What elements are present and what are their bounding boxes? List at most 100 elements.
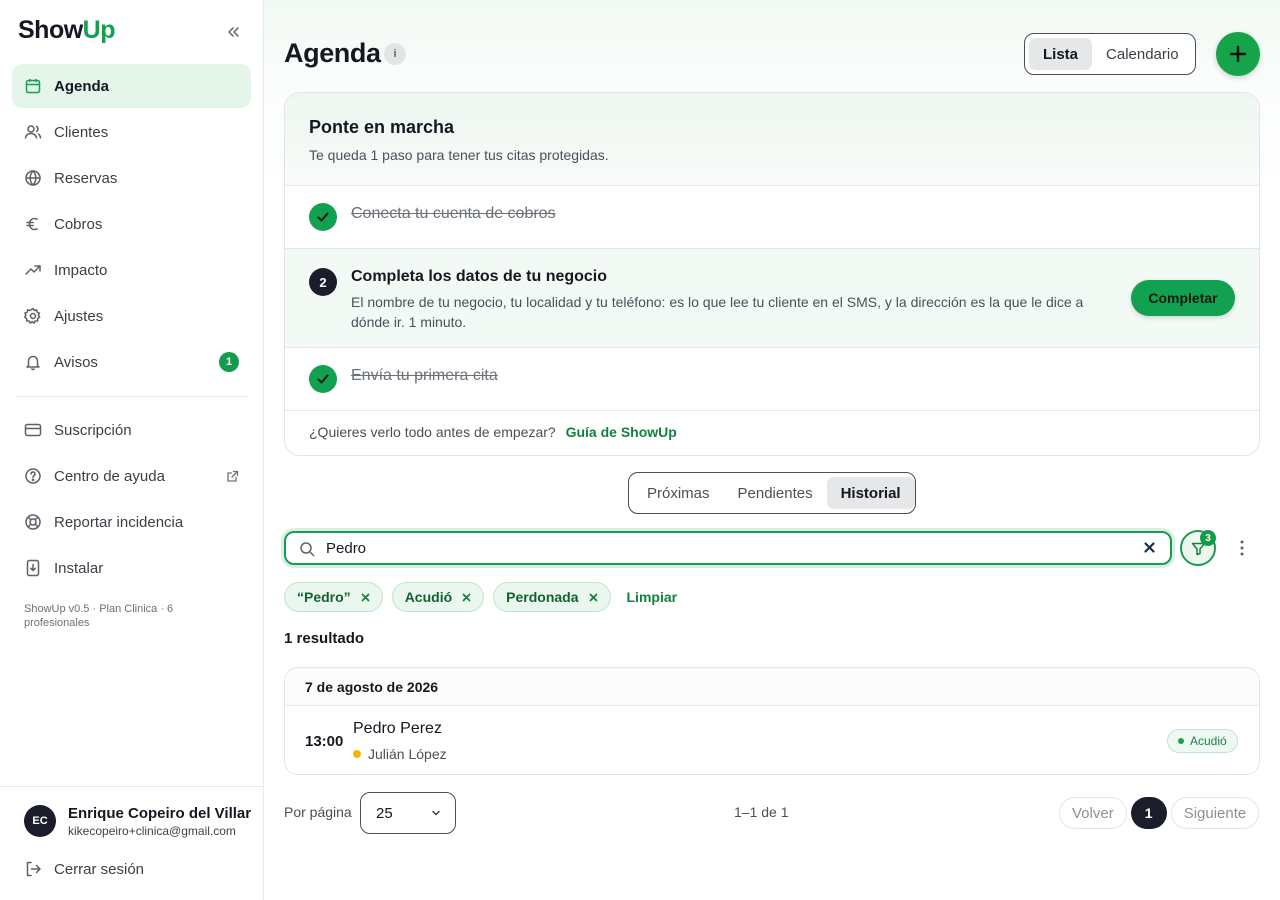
sidebar-item-label: Cobros [54, 215, 103, 233]
sidebar-item-ajustes[interactable]: Ajustes [12, 294, 251, 338]
version-info: ShowUp v0.5 · Plan Clinica · 6 profesion… [24, 603, 174, 629]
sidebar-item-avisos[interactable]: Avisos 1 [12, 340, 251, 384]
pagination: Volver 1 Siguiente [1059, 797, 1263, 829]
collapse-sidebar-icon[interactable] [222, 22, 244, 42]
step-title: Envía tu primera cita [351, 367, 498, 384]
external-link-icon [226, 470, 239, 483]
onboarding-footer: ¿Quieres verlo todo antes de empezar? Gu… [309, 424, 677, 440]
sidebar-item-reservas[interactable]: Reservas [12, 156, 251, 200]
logout-button[interactable]: Cerrar sesión [12, 847, 251, 891]
check-icon [309, 203, 337, 231]
client-name: Pedro Perez [353, 720, 442, 737]
sidebar-item-label: Reservas [54, 169, 118, 187]
sidebar-item-centro-ayuda[interactable]: Centro de ayuda [12, 454, 251, 498]
filter-chip: Acudió [391, 582, 485, 612]
complete-button[interactable]: Completar [1131, 280, 1235, 316]
secondary-nav: Suscripción Centro de ayuda Reportar inc… [12, 408, 251, 592]
sidebar: ShowUp Agenda Clientes Reservas Cobros I… [0, 0, 264, 900]
check-icon [309, 365, 337, 393]
results-count: 1 resultado [284, 630, 365, 647]
info-icon[interactable]: i [384, 43, 406, 65]
professional-name: Julián López [368, 746, 447, 762]
clear-filters-button[interactable]: Limpiar [627, 589, 678, 605]
chip-label: Acudió [404, 589, 453, 605]
status-badge: Acudió [1167, 729, 1238, 753]
next-page-button[interactable]: Siguiente [1170, 797, 1260, 829]
sidebar-item-label: Agenda [54, 77, 110, 95]
list-item[interactable]: 13:00 Pedro Perez Julián López Acudió [285, 706, 1259, 774]
tab-pendientes[interactable]: Pendientes [724, 477, 827, 509]
install-icon [24, 559, 42, 577]
sidebar-item-label: Clientes [54, 123, 109, 141]
bell-icon [24, 353, 42, 371]
more-options-icon[interactable] [1230, 536, 1254, 560]
filter-count-badge: 3 [1200, 530, 1216, 546]
globe-icon [24, 169, 42, 187]
status-dot [1178, 738, 1184, 744]
remove-chip-icon[interactable] [462, 593, 471, 602]
onboarding-title: Ponte en marcha [309, 117, 455, 137]
per-page-value: 25 [376, 805, 393, 822]
gear-icon [24, 307, 42, 325]
user-panel: EC Enrique Copeiro del Villar kikecopeir… [0, 786, 263, 900]
search-value: Pedro [326, 540, 367, 557]
help-circle-icon [24, 467, 42, 485]
page-range: 1–1 de 1 [734, 804, 789, 820]
calendar-icon [24, 77, 42, 95]
logout-icon [24, 860, 42, 878]
chevron-down-icon [430, 807, 442, 819]
sidebar-item-clientes[interactable]: Clientes [12, 110, 251, 154]
sidebar-item-label: Suscripción [54, 421, 132, 439]
view-lista-button[interactable]: Lista [1029, 38, 1093, 70]
add-appointment-button[interactable] [1216, 32, 1260, 76]
view-calendario-button[interactable]: Calendario [1092, 38, 1193, 70]
trending-up-icon [24, 261, 42, 279]
per-page-select[interactable]: 25 [360, 792, 456, 834]
sidebar-item-suscripcion[interactable]: Suscripción [12, 408, 251, 452]
prev-page-button[interactable]: Volver [1059, 797, 1127, 829]
step-first-appointment: Envía tu primera cita [285, 348, 1259, 411]
sidebar-item-impacto[interactable]: Impacto [12, 248, 251, 292]
step-description: El nombre de tu negocio, tu localidad y … [351, 294, 1084, 330]
notification-badge: 1 [219, 352, 239, 372]
onboarding-subtitle: Te queda 1 paso para tener tus citas pro… [309, 147, 609, 163]
footer-text: ¿Quieres verlo todo antes de empezar? [309, 424, 556, 440]
remove-chip-icon[interactable] [589, 593, 598, 602]
step-title: Completa los datos de tu negocio [351, 268, 608, 285]
clear-search-icon[interactable] [1143, 541, 1156, 554]
remove-chip-icon[interactable] [361, 593, 370, 602]
lifebuoy-icon [24, 513, 42, 531]
status-label: Acudió [1190, 734, 1227, 748]
step-title: Conecta tu cuenta de cobros [351, 205, 556, 222]
sidebar-item-cobros[interactable]: Cobros [12, 202, 251, 246]
search-input[interactable]: Pedro [284, 531, 1172, 565]
euro-icon [24, 215, 42, 233]
avatar[interactable]: EC [24, 805, 56, 837]
sidebar-item-label: Avisos [54, 353, 98, 371]
chip-label: Perdonada [506, 589, 579, 605]
sidebar-item-label: Impacto [54, 261, 108, 279]
credit-card-icon [24, 421, 42, 439]
appointment-time: 13:00 [305, 733, 344, 750]
sidebar-item-instalar[interactable]: Instalar [12, 546, 251, 590]
tab-historial[interactable]: Historial [826, 477, 915, 509]
current-page-button[interactable]: 1 [1130, 797, 1167, 829]
guide-link[interactable]: Guía de ShowUp [566, 424, 677, 440]
user-name: Enrique Copeiro del Villar [68, 805, 252, 822]
logout-label: Cerrar sesión [54, 860, 145, 878]
step-business-data: 2 Completa los datos de tu negocio El no… [285, 249, 1259, 348]
user-email: kikecopeiro+clinica@gmail.com [68, 824, 236, 838]
app-logo[interactable]: ShowUp [18, 16, 116, 45]
onboarding-header: Ponte en marcha Te queda 1 paso para ten… [285, 93, 1259, 186]
sidebar-item-agenda[interactable]: Agenda [12, 64, 251, 108]
step-number: 2 [309, 268, 337, 296]
sidebar-item-reportar[interactable]: Reportar incidencia [12, 500, 251, 544]
page-title: Agenda [284, 38, 381, 68]
professional-color-dot [353, 750, 361, 758]
filter-chip: Perdonada [493, 582, 611, 612]
plus-icon [1229, 45, 1247, 63]
tab-proximas[interactable]: Próximas [633, 477, 724, 509]
filter-chip: “Pedro” [284, 582, 383, 612]
view-toggle: Lista Calendario [1024, 33, 1196, 75]
onboarding-card: Ponte en marcha Te queda 1 paso para ten… [284, 92, 1260, 456]
